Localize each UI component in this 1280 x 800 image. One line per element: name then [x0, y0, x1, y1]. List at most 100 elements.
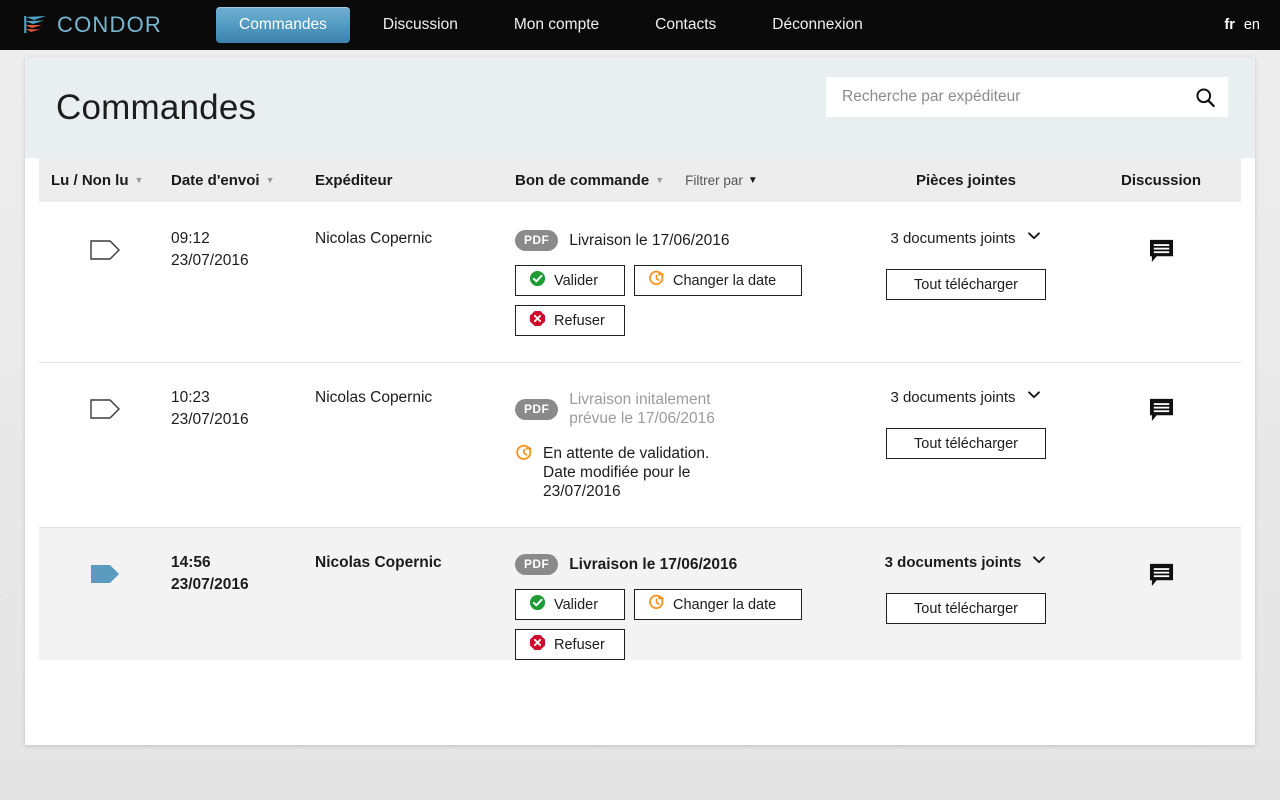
- tag-filled-icon[interactable]: [90, 564, 120, 584]
- search-icon[interactable]: [1182, 77, 1228, 117]
- pdf-badge[interactable]: PDF: [515, 399, 559, 420]
- attachments-label: 3 documents joints: [890, 230, 1016, 247]
- table-row[interactable]: 09:12 23/07/2016 Nicolas Copernic PDF Li…: [39, 202, 1241, 336]
- row-time: 14:56: [171, 554, 211, 571]
- lang-en[interactable]: en: [1244, 17, 1260, 33]
- column-header-read-label: Lu / Non lu: [51, 171, 129, 189]
- chevron-down-icon: ▼: [747, 174, 758, 186]
- column-header-date-label: Date d'envoi: [171, 171, 260, 189]
- column-header-read[interactable]: Lu / Non lu ▼: [51, 172, 171, 189]
- filter-dropdown-label: Filtrer par: [685, 172, 743, 188]
- refuse-button[interactable]: Refuser: [515, 629, 625, 660]
- check-circle-icon: [529, 270, 546, 291]
- nav-item-contacts[interactable]: Contacts: [632, 7, 739, 43]
- lang-fr[interactable]: fr: [1224, 17, 1234, 33]
- change-date-button-label: Changer la date: [673, 596, 777, 613]
- brand-name: CONDOR: [57, 12, 162, 37]
- change-date-button[interactable]: Changer la date: [634, 265, 802, 296]
- validate-button[interactable]: Valider: [515, 589, 625, 620]
- brand-logo[interactable]: CONDOR: [22, 12, 172, 38]
- attachments-cell: 3 documents joints Tout télécharger: [851, 552, 1081, 624]
- column-header-order[interactable]: Bon de commande ▼: [515, 172, 664, 189]
- search-input[interactable]: [826, 77, 1182, 117]
- chat-bubble-icon[interactable]: [1149, 238, 1174, 268]
- top-navigation-bar: CONDOR Commandes Discussion Mon compte C…: [0, 0, 1280, 50]
- chevron-down-icon: [1026, 387, 1042, 408]
- tag-outline-icon[interactable]: [90, 399, 120, 419]
- table-row[interactable]: 14:56 23/07/2016 Nicolas Copernic PDF Li…: [39, 527, 1241, 660]
- column-header-order-label: Bon de commande: [515, 171, 650, 189]
- validate-button-label: Valider: [554, 596, 599, 613]
- delivery-text: Livraison le 17/06/2016: [569, 232, 730, 249]
- column-header-date[interactable]: Date d'envoi ▼: [171, 172, 315, 189]
- refuse-button[interactable]: Refuser: [515, 305, 625, 336]
- nav-item-mon-compte[interactable]: Mon compte: [491, 7, 622, 43]
- chat-bubble-icon[interactable]: [1149, 397, 1174, 427]
- row-sender: Nicolas Copernic: [315, 389, 433, 406]
- pdf-badge[interactable]: PDF: [515, 554, 559, 575]
- column-header-sender: Expéditeur: [315, 172, 515, 189]
- row-sender: Nicolas Copernic: [315, 230, 433, 247]
- refuse-button-label: Refuser: [554, 636, 605, 653]
- sort-caret-icon: ▼: [655, 174, 665, 185]
- table-header-row: Lu / Non lu ▼ Date d'envoi ▼ Expéditeur …: [39, 158, 1241, 202]
- order-status: En attente de validation. Date modifiée …: [515, 444, 851, 501]
- sort-caret-icon: ▼: [265, 174, 275, 185]
- attachments-label: 3 documents joints: [884, 554, 1022, 571]
- x-octagon-icon: [529, 634, 546, 655]
- filter-dropdown[interactable]: Filtrer par ▼: [685, 173, 758, 188]
- row-time: 10:23: [171, 389, 210, 406]
- chevron-down-icon: [1031, 552, 1047, 573]
- order-actions: Valider Changer la date Refuser: [515, 265, 815, 336]
- clock-refresh-icon: [648, 594, 665, 615]
- nav-item-deconnexion[interactable]: Déconnexion: [749, 7, 885, 43]
- card-header: Commandes: [25, 57, 1255, 158]
- row-date: 23/07/2016: [171, 576, 249, 593]
- refuse-button-label: Refuser: [554, 312, 605, 329]
- language-switcher: fr en: [1224, 0, 1260, 50]
- row-spacer: [25, 336, 1255, 362]
- chevron-down-icon: [1026, 228, 1042, 249]
- order-summary: PDF Livraison initalement prévue le 17/0…: [515, 387, 851, 428]
- attachments-toggle[interactable]: 3 documents joints: [890, 228, 1041, 249]
- attachments-cell: 3 documents joints Tout télécharger: [851, 387, 1081, 459]
- change-date-button-label: Changer la date: [673, 272, 777, 289]
- commandes-table: Lu / Non lu ▼ Date d'envoi ▼ Expéditeur …: [25, 158, 1255, 660]
- chat-bubble-icon[interactable]: [1149, 562, 1174, 592]
- nav-item-commandes[interactable]: Commandes: [216, 7, 350, 43]
- row-date: 23/07/2016: [171, 252, 249, 269]
- row-sender: Nicolas Copernic: [315, 554, 442, 571]
- status-text: En attente de validation. Date modifiée …: [543, 445, 710, 500]
- download-all-button[interactable]: Tout télécharger: [886, 428, 1046, 459]
- attachments-cell: 3 documents joints Tout télécharger: [851, 228, 1081, 300]
- table-row[interactable]: 10:23 23/07/2016 Nicolas Copernic PDF Li…: [39, 362, 1241, 501]
- row-time: 09:12: [171, 230, 210, 247]
- order-summary: PDF Livraison le 17/06/2016: [515, 552, 851, 575]
- sort-caret-icon: ▼: [134, 174, 144, 185]
- validate-button-label: Valider: [554, 272, 599, 289]
- column-header-discussion-label: Discussion: [1120, 171, 1202, 189]
- check-circle-icon: [529, 594, 546, 615]
- main-nav: Commandes Discussion Mon compte Contacts…: [216, 0, 896, 50]
- column-header-discussion: Discussion: [1121, 172, 1201, 189]
- validate-button[interactable]: Valider: [515, 265, 625, 296]
- attachments-toggle[interactable]: 3 documents joints: [890, 387, 1041, 408]
- order-actions: Valider Changer la date Refuser: [515, 589, 815, 660]
- attachments-toggle[interactable]: 3 documents joints: [885, 552, 1048, 573]
- column-header-attachments: Pièces jointes: [916, 172, 1016, 189]
- page-title: Commandes: [56, 87, 257, 127]
- column-header-attachments-label: Pièces jointes: [915, 171, 1017, 189]
- clock-refresh-icon: [648, 270, 665, 291]
- condor-wing-logo-icon: [22, 12, 48, 38]
- pdf-badge[interactable]: PDF: [515, 230, 559, 251]
- change-date-button[interactable]: Changer la date: [634, 589, 802, 620]
- x-octagon-icon: [529, 310, 546, 331]
- delivery-text: Livraison initalement prévue le 17/06/20…: [569, 391, 715, 427]
- commandes-card: Commandes Lu / Non lu ▼ Date d'en: [25, 57, 1255, 745]
- search-box: [826, 77, 1228, 117]
- row-spacer: [25, 501, 1255, 527]
- tag-outline-icon[interactable]: [90, 240, 120, 260]
- download-all-button[interactable]: Tout télécharger: [886, 269, 1046, 300]
- nav-item-discussion[interactable]: Discussion: [360, 7, 481, 43]
- download-all-button[interactable]: Tout télécharger: [886, 593, 1046, 624]
